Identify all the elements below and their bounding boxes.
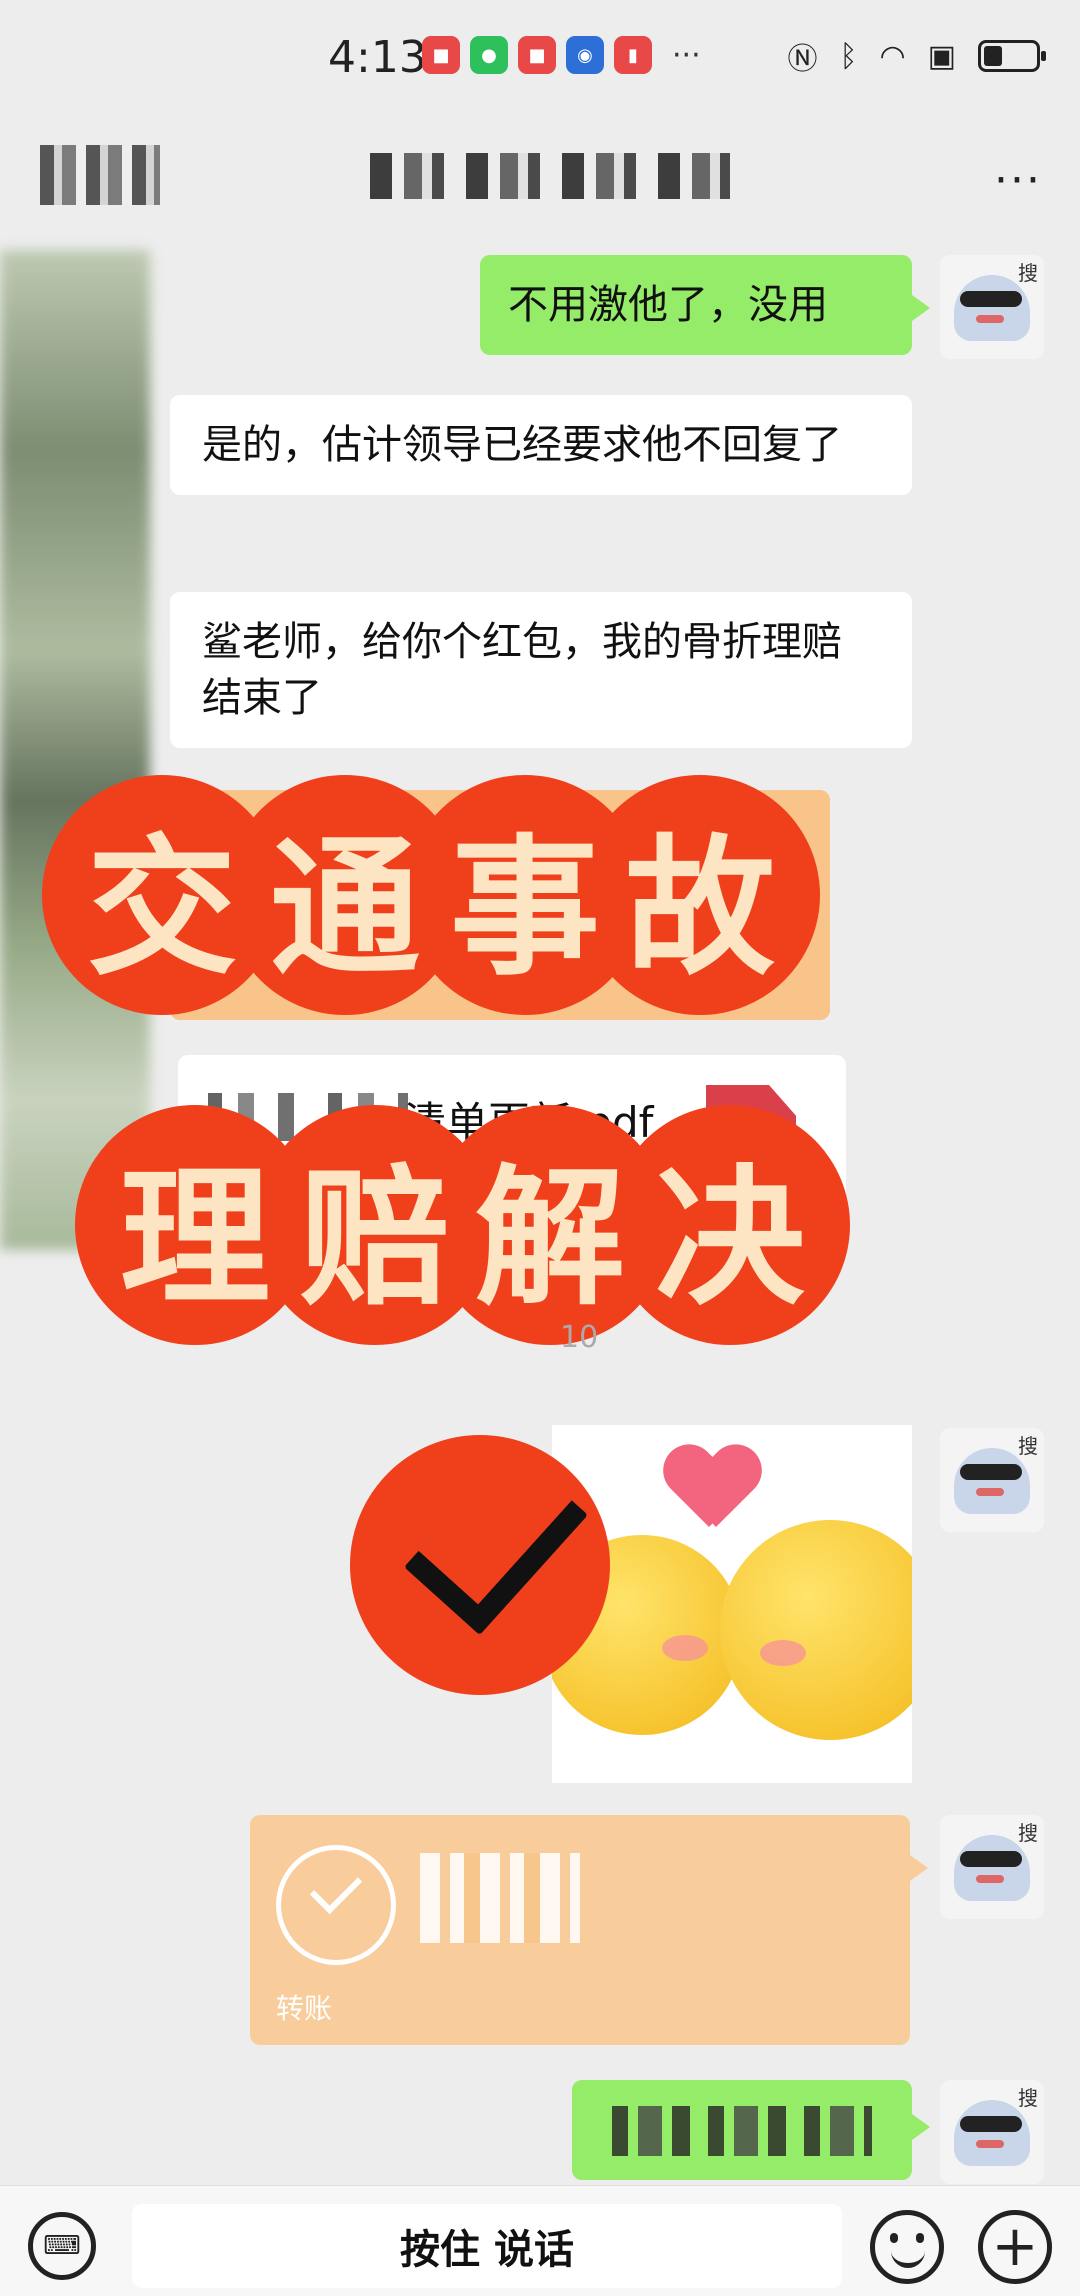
overlay-char-badge: 决 — [610, 1105, 850, 1345]
heart-icon — [664, 1447, 754, 1527]
status-bar: 4:13 ■ ● ■ ◉ ▮ ··· Ⓝ ᛒ ◠ ▣ — [0, 0, 1080, 115]
huawei-store-icon: ■ — [518, 36, 556, 74]
system-icons: Ⓝ ᛒ ◠ ▣ — [787, 34, 1046, 78]
message-received-bubble[interactable]: 鲨老师，给你个红包，我的骨折理赔结束了 — [170, 592, 912, 748]
huawei-appgallery-icon: ■ — [422, 36, 460, 74]
bulb-icon: ◉ — [566, 36, 604, 74]
transfer-label: 转账 — [276, 1992, 333, 2025]
emoji-face-right — [720, 1520, 912, 1740]
sticker-message[interactable] — [552, 1425, 912, 1783]
more-notifications-icon: ··· — [672, 37, 701, 73]
message-sent-bubble[interactable]: 不用激他了，没用 — [480, 255, 930, 355]
keyboard-toggle-icon[interactable]: ⌨ — [28, 2212, 96, 2280]
self-avatar[interactable]: 搜 — [940, 1428, 1044, 1532]
book-icon: ▮ — [614, 36, 652, 74]
blurred-contact-avatar — [0, 250, 150, 1250]
chat-input-bar: ⌨ 按住 说话 + — [0, 2185, 1080, 2296]
transfer-card[interactable]: 转账 — [250, 1815, 928, 2045]
nfc-icon: Ⓝ — [787, 42, 818, 77]
check-badge — [350, 1435, 610, 1695]
chat-header: ··· — [0, 115, 1080, 235]
notification-app-icons: ■ ● ■ ◉ ▮ ··· — [422, 36, 701, 74]
overlay-char-badge: 故 — [580, 775, 820, 1015]
pixelated-amount — [420, 1853, 580, 1943]
emoji-icon[interactable] — [870, 2210, 944, 2284]
self-avatar[interactable]: 搜 — [940, 1815, 1044, 1919]
message-received-bubble[interactable]: 是的，估计领导已经要求他不回复了 — [170, 395, 912, 495]
message-sent-bubble-pixelated[interactable] — [572, 2080, 930, 2180]
bluetooth-icon: ᛒ — [839, 38, 858, 74]
message-text: 鲨老师，给你个红包，我的骨折理赔结束了 — [202, 619, 842, 721]
back-button[interactable] — [40, 145, 160, 205]
check-icon — [403, 1446, 589, 1636]
more-options-icon[interactable]: ··· — [994, 155, 1042, 206]
wechat-icon: ● — [470, 36, 508, 74]
status-time: 4:13 — [328, 32, 427, 83]
self-avatar[interactable]: 搜 — [940, 255, 1044, 359]
battery-icon — [978, 40, 1046, 72]
wifi-icon: ◠ — [879, 38, 906, 74]
chat-title-pixelated — [370, 153, 730, 199]
alert-icon: ▣ — [927, 38, 956, 74]
transfer-accepted-icon — [276, 1845, 396, 1965]
message-text: 不用激他了，没用 — [508, 282, 828, 328]
hold-to-talk-button[interactable]: 按住 说话 — [132, 2204, 842, 2288]
plus-icon[interactable]: + — [978, 2210, 1052, 2284]
message-text: 是的，估计领导已经要求他不回复了 — [202, 422, 842, 468]
self-avatar[interactable]: 搜 — [940, 2080, 1044, 2184]
